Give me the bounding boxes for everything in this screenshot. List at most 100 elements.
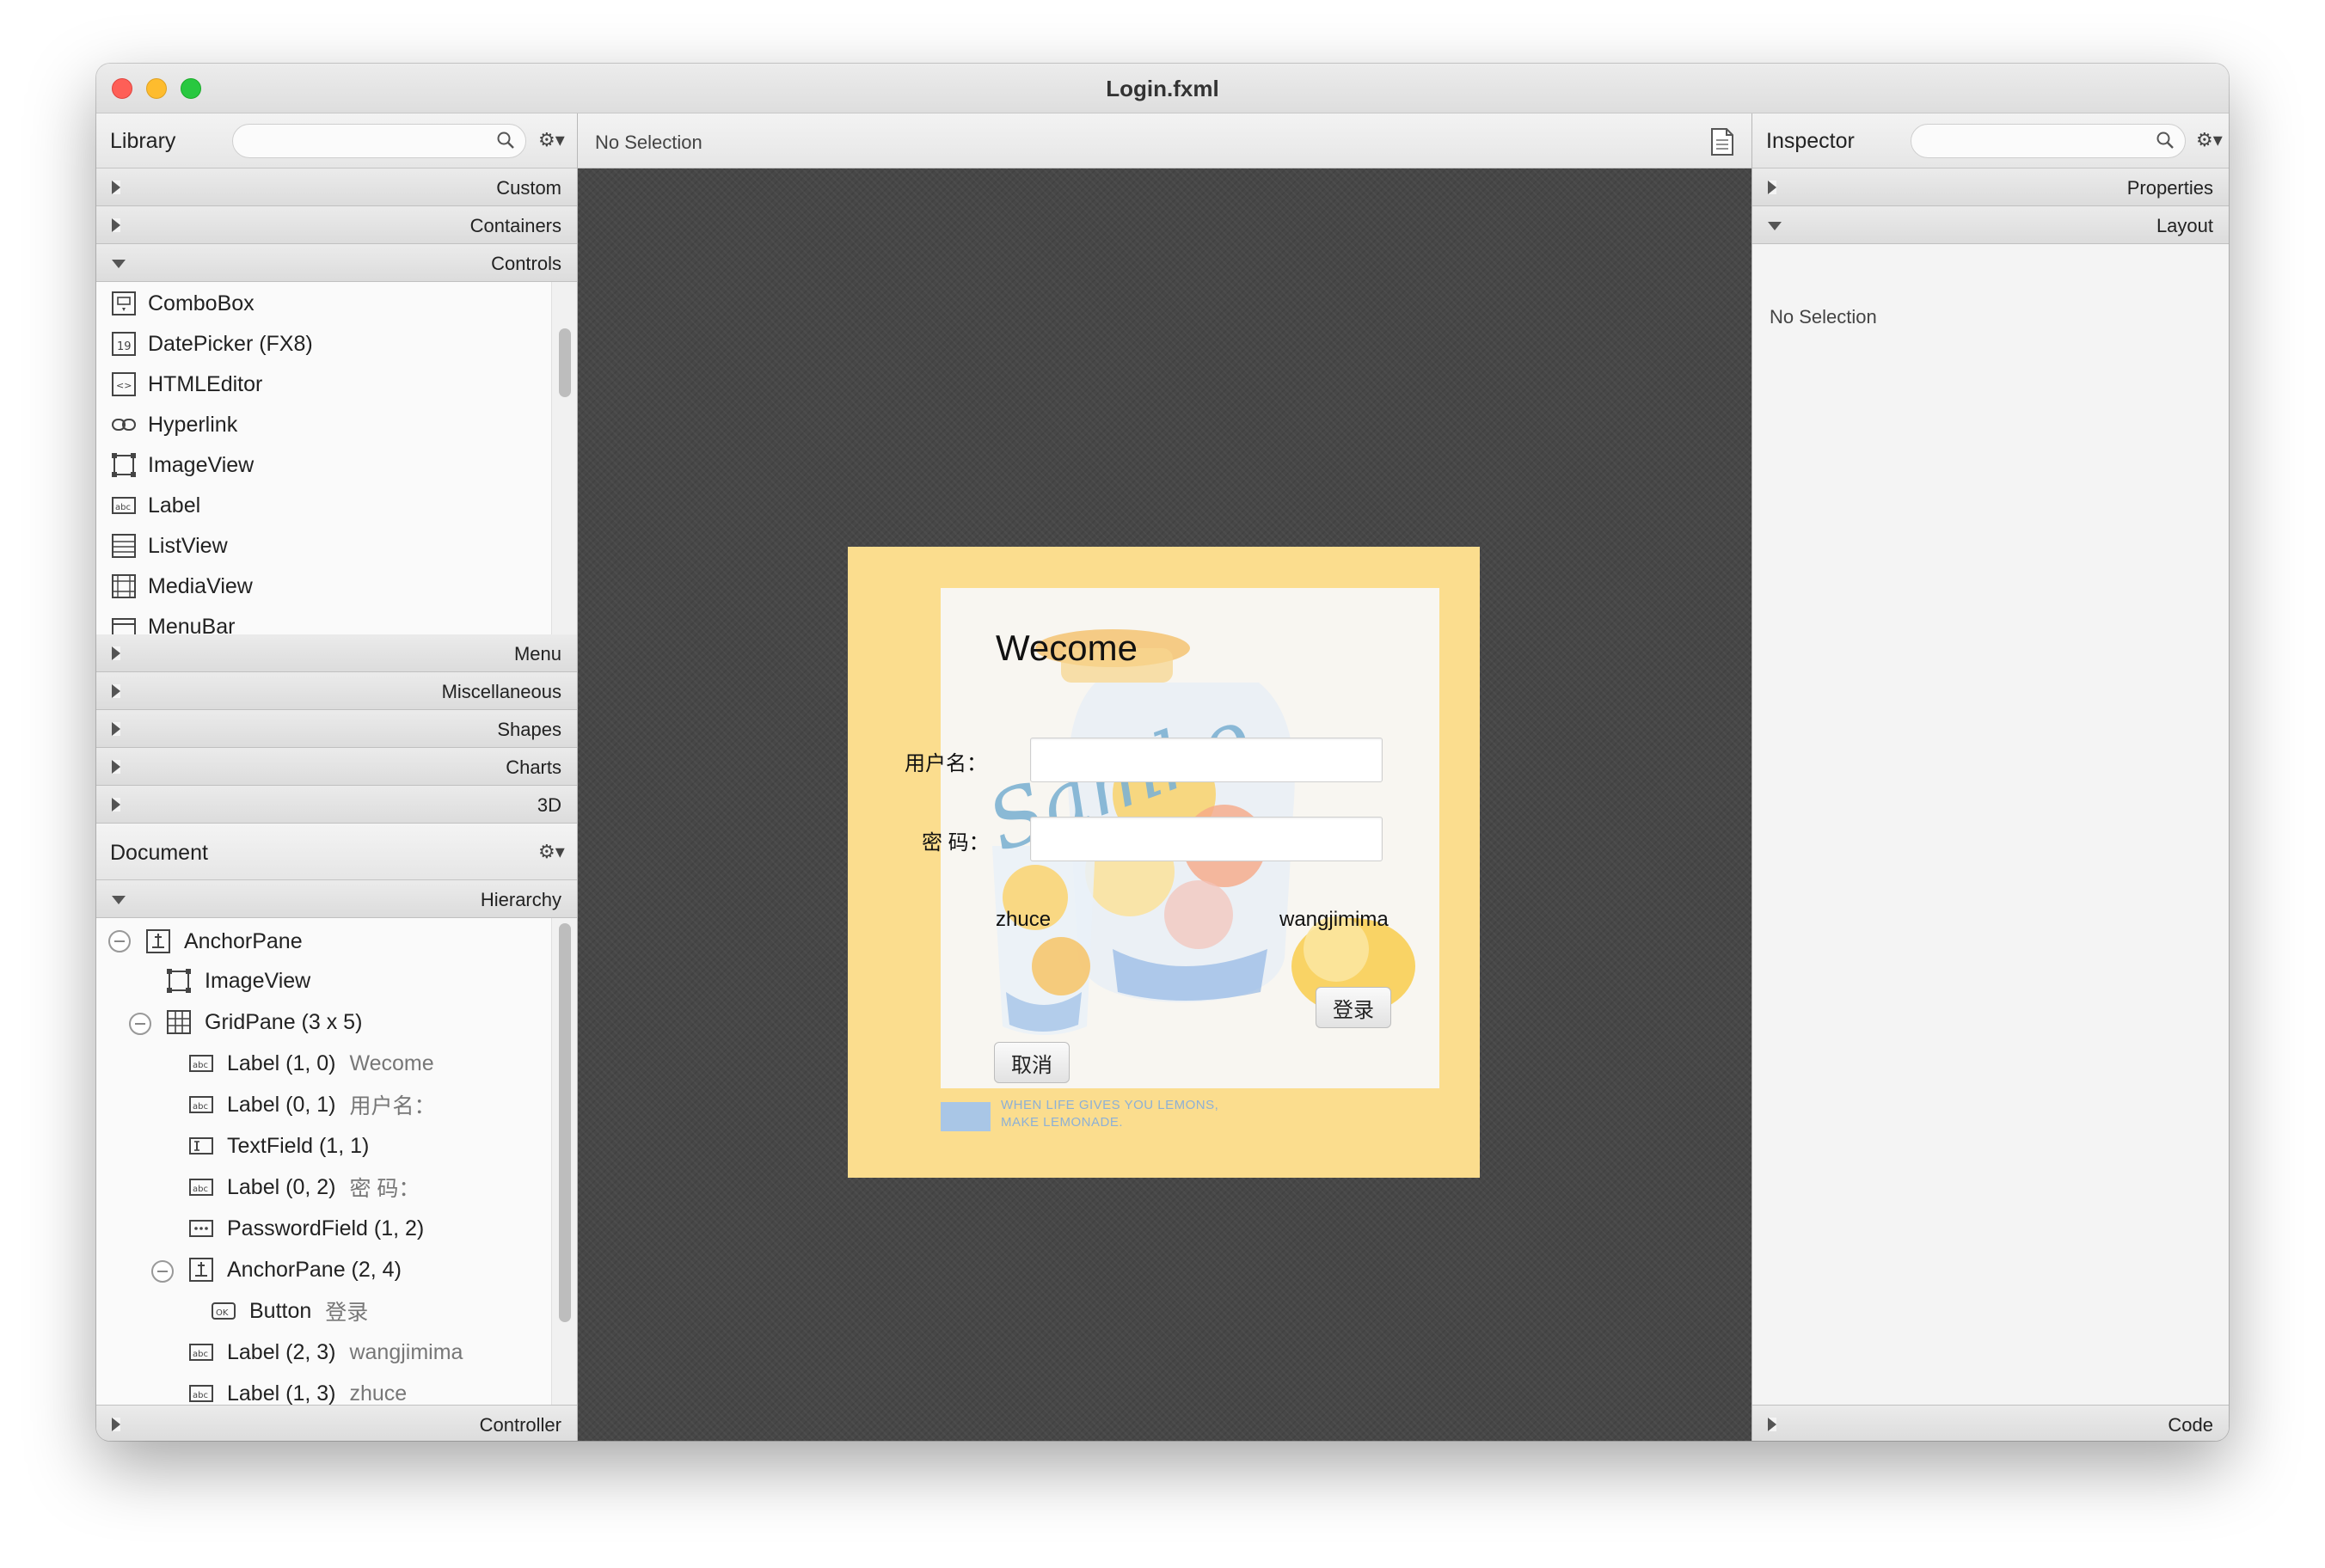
inspector-title: Inspector	[1766, 129, 1855, 153]
library-search-input[interactable]	[232, 124, 526, 158]
disclosure-triangle-icon	[112, 684, 120, 698]
tree-node-label-wecome[interactable]: abc Label (1, 0) Wecome	[187, 1044, 434, 1083]
collapse-toggle[interactable]	[151, 1260, 174, 1283]
tree-node-anchorpane-2-4[interactable]: AnchorPane (2, 4)	[187, 1250, 402, 1289]
tree-node-value: 登录	[325, 1301, 369, 1325]
tree-node-type: PasswordField (1, 2)	[227, 1216, 425, 1240]
scrollbar-thumb[interactable]	[559, 923, 571, 1322]
html-editor-icon: <>	[110, 371, 138, 398]
library-section-3d[interactable]: 3D	[96, 786, 577, 824]
library-item-mediaview[interactable]: MediaView	[110, 567, 253, 606]
controller-section[interactable]: Controller	[96, 1405, 577, 1441]
library-section-custom[interactable]: Custom	[96, 168, 577, 206]
library-item-imageview[interactable]: ImageView	[110, 445, 254, 485]
hierarchy-scrollbar[interactable]	[551, 918, 577, 1405]
collapse-toggle[interactable]	[108, 930, 131, 952]
combobox-icon	[110, 290, 138, 317]
disclosure-triangle-icon	[1768, 222, 1782, 230]
tree-node-type: ImageView	[205, 968, 311, 993]
library-item-label: ListView	[148, 533, 228, 558]
library-section-controls[interactable]: Controls	[96, 244, 577, 282]
inspector-header: Inspector ⚙▾	[1752, 113, 2229, 168]
library-item-hyperlink[interactable]: Hyperlink	[110, 405, 237, 444]
password-field[interactable]	[1030, 817, 1383, 861]
anchor-pane-icon	[144, 928, 172, 955]
library-item-combobox[interactable]: ComboBox	[110, 284, 255, 323]
library-section-menu[interactable]: Menu	[96, 634, 577, 672]
register-link[interactable]: zhuce	[996, 908, 1051, 932]
scrollbar-thumb[interactable]	[559, 328, 571, 397]
library-section-charts[interactable]: Charts	[96, 748, 577, 786]
tree-node-passwordfield[interactable]: PasswordField (1, 2)	[187, 1209, 424, 1248]
login-button[interactable]: 登录	[1316, 987, 1391, 1028]
gear-icon[interactable]: ⚙▾	[538, 129, 565, 151]
search-icon	[497, 132, 514, 149]
code-section[interactable]: Code	[1752, 1405, 2229, 1441]
document-header: Document ⚙▾	[96, 825, 577, 880]
anchor-pane-icon	[187, 1256, 215, 1283]
tree-node-label-username[interactable]: abc Label (0, 1) 用户名：	[187, 1085, 435, 1124]
window-title: Login.fxml	[1106, 76, 1219, 101]
disclosure-triangle-icon	[1768, 1418, 1776, 1431]
tagline-line-1: WHEN LIFE GIVES YOU LEMONS,	[1001, 1098, 1219, 1112]
forgot-password-link[interactable]: wangjimima	[1279, 908, 1389, 932]
section-label: Controls	[491, 253, 561, 274]
section-label: Code	[2168, 1414, 2213, 1436]
link-icon	[110, 411, 138, 438]
tree-node-button[interactable]: OK Button 登录	[210, 1291, 368, 1331]
disclosure-triangle-icon	[112, 798, 120, 812]
document-title: Document	[110, 841, 208, 865]
label-icon: abc	[187, 1050, 215, 1077]
svg-text:abc: abc	[115, 503, 131, 512]
inspector-search-input[interactable]	[1911, 124, 2186, 158]
controls-scrollbar[interactable]	[551, 282, 577, 634]
gear-icon[interactable]: ⚙▾	[2196, 129, 2223, 151]
hierarchy-section[interactable]: Hierarchy	[96, 880, 577, 918]
tagline: WHEN LIFE GIVES YOU LEMONS, MAKE LEMONAD…	[1001, 1097, 1218, 1131]
library-section-shapes[interactable]: Shapes	[96, 710, 577, 748]
tree-node-type: Label (1, 3)	[227, 1381, 336, 1406]
library-item-label-control[interactable]: abc Label	[110, 486, 200, 525]
tree-node-label-password[interactable]: abc Label (0, 2) 密 码：	[187, 1167, 420, 1207]
tree-node-textfield[interactable]: TextField (1, 1)	[187, 1126, 369, 1166]
disclosure-triangle-icon	[112, 181, 120, 194]
disclosure-triangle-icon	[112, 896, 126, 904]
tree-node-label-zhuce[interactable]: abc Label (1, 3) zhuce	[187, 1374, 407, 1405]
library-item-label: Label	[148, 493, 201, 518]
welcome-label: Wecome	[996, 628, 1138, 668]
tree-node-label-wangjimima[interactable]: abc Label (2, 3) wangjimima	[187, 1332, 463, 1372]
svg-text:OK: OK	[216, 1308, 229, 1318]
selection-status: No Selection	[595, 132, 702, 153]
tree-node-gridpane[interactable]: GridPane (3 x 5)	[165, 1002, 362, 1042]
username-field[interactable]	[1030, 738, 1383, 782]
tree-node-imageview[interactable]: ImageView	[165, 961, 310, 1001]
inspector-section-layout[interactable]: Layout	[1752, 206, 2229, 244]
cancel-button[interactable]: 取消	[994, 1042, 1070, 1083]
tree-node-type: GridPane (3 x 5)	[205, 1009, 363, 1034]
collapse-toggle[interactable]	[129, 1013, 151, 1035]
svg-text:abc: abc	[193, 1350, 208, 1359]
label-icon: abc	[187, 1173, 215, 1201]
library-item-datepicker[interactable]: 19 DatePicker (FX8)	[110, 324, 313, 364]
tree-node-type: Label (2, 3)	[227, 1339, 336, 1364]
tree-node-anchorpane[interactable]: AnchorPane	[144, 922, 303, 961]
library-section-miscellaneous[interactable]: Miscellaneous	[96, 672, 577, 710]
disclosure-triangle-icon	[112, 260, 126, 268]
design-canvas[interactable]: Samko Wecome 用户名： 密 码： zhuce wangjimima …	[578, 168, 1751, 1441]
disclosure-triangle-icon	[112, 722, 120, 736]
document-icon[interactable]	[1710, 127, 1734, 156]
tree-node-type: Button	[249, 1298, 312, 1323]
menu-bar-icon	[110, 613, 138, 634]
login-form-preview[interactable]: Samko Wecome 用户名： 密 码： zhuce wangjimima …	[848, 547, 1480, 1178]
library-item-label: HTMLEditor	[148, 371, 263, 396]
library-item-label: MediaView	[148, 573, 253, 598]
tagline-line-2: MAKE LEMONADE.	[1001, 1115, 1124, 1130]
gear-icon[interactable]: ⚙▾	[538, 841, 565, 863]
password-field-icon	[187, 1215, 215, 1242]
library-item-htmleditor[interactable]: <> HTMLEditor	[110, 364, 262, 404]
library-item-menubar[interactable]: MenuBar	[110, 607, 235, 634]
svg-text:abc: abc	[193, 1185, 208, 1194]
inspector-section-properties[interactable]: Properties	[1752, 168, 2229, 206]
library-section-containers[interactable]: Containers	[96, 206, 577, 244]
library-item-listview[interactable]: ListView	[110, 526, 228, 566]
